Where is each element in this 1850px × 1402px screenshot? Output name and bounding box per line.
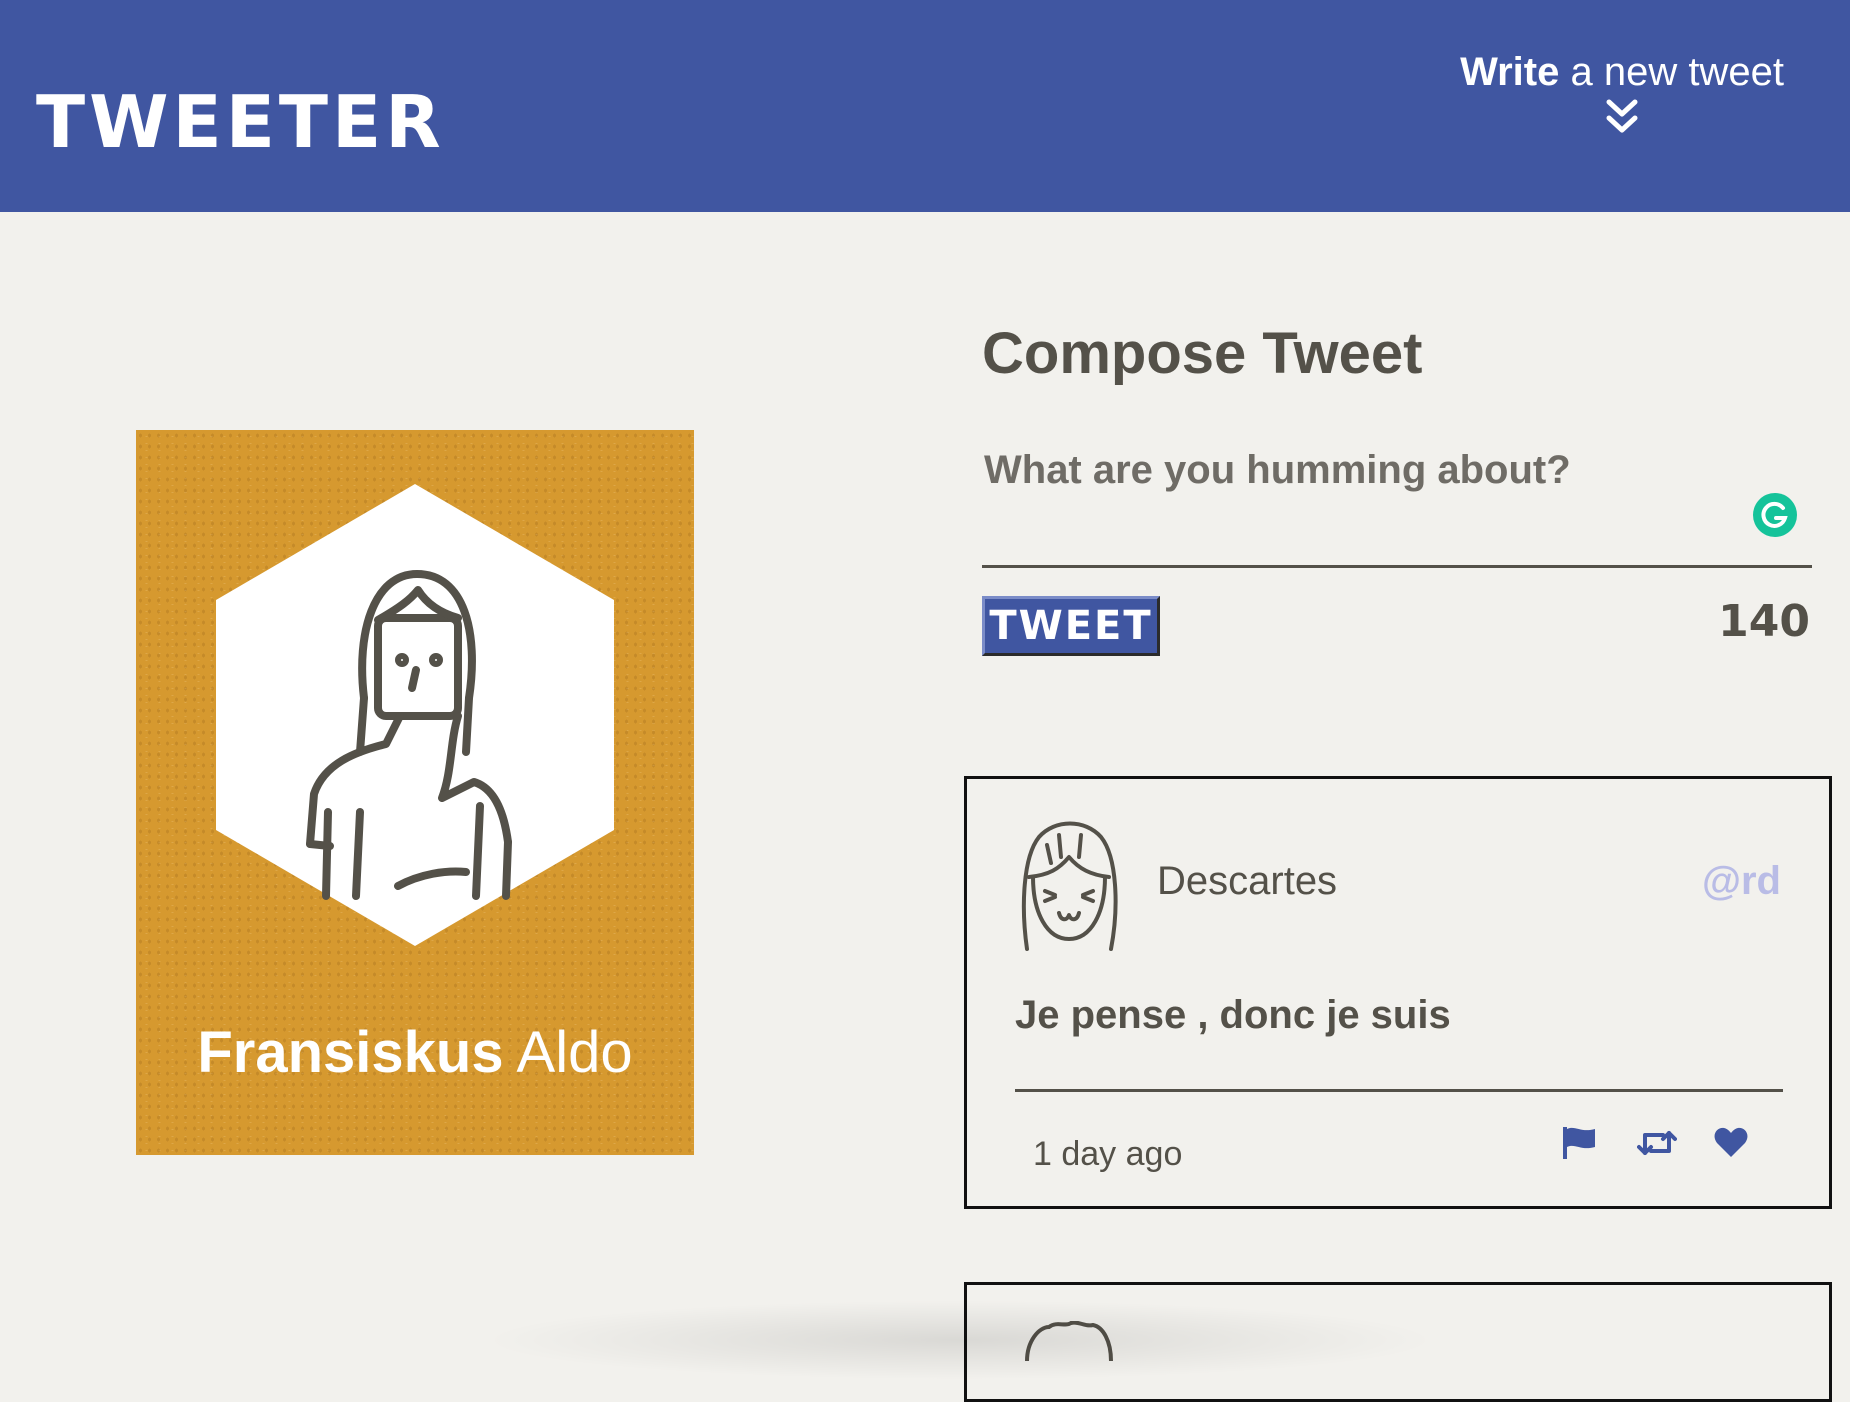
write-tweet-toggle[interactable]: Write a new tweet xyxy=(1442,48,1802,136)
write-label-rest: a new tweet xyxy=(1570,50,1784,94)
tweet-timestamp: 1 day ago xyxy=(1033,1135,1183,1173)
tweet-author-name: Descartes xyxy=(1157,859,1338,903)
tweet-author-handle: @rd xyxy=(1701,859,1781,903)
tweet-card xyxy=(964,1282,1832,1402)
character-counter: 140 xyxy=(1718,596,1810,647)
tweet-input[interactable] xyxy=(982,448,1812,568)
tweet-submit-button[interactable]: TWEET xyxy=(982,596,1160,656)
compose-title: Compose Tweet xyxy=(982,321,1423,386)
tweet-card: Descartes @rd Je pense , donc je suis 1 … xyxy=(964,776,1832,1209)
flag-icon[interactable] xyxy=(1561,1125,1597,1161)
profile-card: Fransiskus Aldo xyxy=(136,430,694,1155)
double-chevron-down-icon[interactable] xyxy=(1605,98,1639,136)
profile-avatar-icon xyxy=(216,484,614,946)
heart-icon[interactable] xyxy=(1713,1125,1749,1161)
profile-first-name: Fransiskus xyxy=(197,1020,504,1085)
tweet-content: Je pense , donc je suis xyxy=(1015,993,1451,1037)
write-tweet-label[interactable]: Write a new tweet xyxy=(1442,48,1802,96)
profile-last-name: Aldo xyxy=(516,1020,633,1085)
tweet-author-avatar-icon xyxy=(1021,821,1118,951)
brand-logo[interactable]: TWEETER xyxy=(36,78,445,166)
tweet-actions xyxy=(1561,1125,1749,1161)
tweet-divider xyxy=(1015,1089,1783,1092)
retweet-icon[interactable] xyxy=(1637,1125,1677,1161)
tweet-author-avatar-icon xyxy=(1025,1321,1113,1361)
profile-name: Fransiskus Aldo xyxy=(136,1018,694,1088)
grammarly-icon[interactable] xyxy=(1752,492,1798,538)
write-label-strong: Write xyxy=(1460,50,1560,94)
top-nav: TWEETER Write a new tweet xyxy=(0,0,1850,212)
